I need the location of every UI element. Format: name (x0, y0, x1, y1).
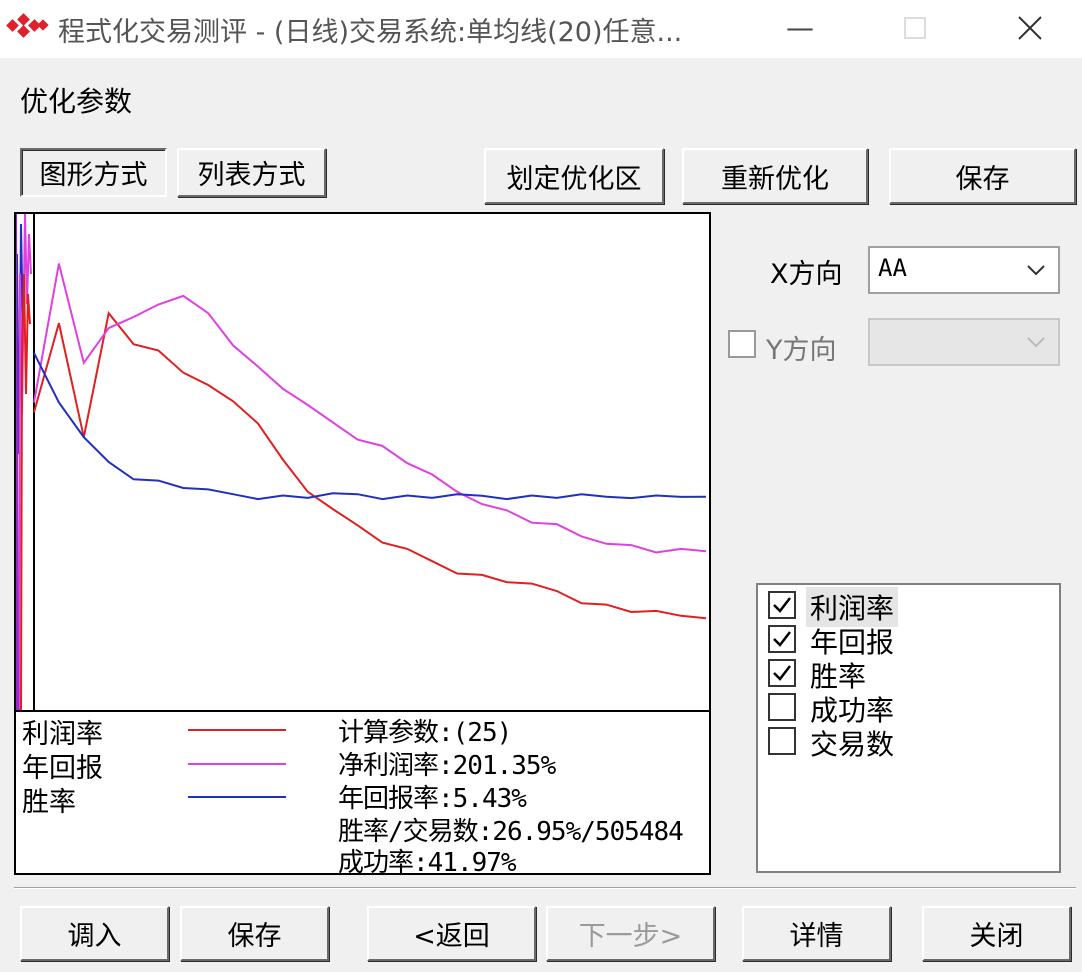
checkmark-icon (773, 597, 791, 613)
chart-legend: 利润率 年回报 胜率 计算参数:(25) 净利润率:201.35% 年回报率:5… (16, 710, 709, 878)
app-logo-icon (6, 13, 49, 38)
stat-success: 成功率:41.97% (338, 848, 517, 878)
footer-save-button[interactable]: 保存 (180, 906, 329, 961)
stat-param: 计算参数:(25) (338, 718, 512, 748)
metric-checkbox[interactable] (768, 727, 796, 755)
series-line (33, 310, 707, 620)
x-direction-select[interactable]: AA (868, 246, 1060, 294)
define-region-button[interactable]: 划定优化区 (484, 148, 664, 204)
chevron-down-icon (1027, 337, 1045, 348)
close-button[interactable]: 关闭 (922, 906, 1071, 961)
next-button[interactable]: 下一步> (546, 906, 715, 961)
metric-checkbox[interactable] (768, 625, 796, 653)
back-button[interactable]: <返回 (367, 906, 536, 961)
chart-plot (16, 214, 707, 710)
x-direction-label: X方向 (770, 259, 843, 290)
chevron-down-icon (1027, 265, 1045, 276)
title-bar: 程式化交易测评 - (日线)交易系统:单均线(20)任意... — (0, 0, 1082, 58)
series-spike (20, 273, 31, 710)
close-icon[interactable] (1000, 8, 1060, 48)
details-button[interactable]: 详情 (742, 906, 891, 961)
graph-view-button[interactable]: 图形方式 (20, 148, 167, 197)
import-button[interactable]: 调入 (20, 906, 169, 961)
window-title: 程式化交易测评 - (日线)交易系统:单均线(20)任意... (58, 17, 683, 48)
maximize-icon[interactable] (885, 8, 945, 48)
metric-label: 交易数 (810, 728, 895, 761)
y-direction-select[interactable] (868, 318, 1060, 366)
reoptimize-button[interactable]: 重新优化 (682, 148, 868, 204)
stat-net-profit: 净利润率:201.35% (338, 751, 556, 781)
series-line (33, 263, 707, 554)
optimization-chart[interactable]: 利润率 年回报 胜率 计算参数:(25) 净利润率:201.35% 年回报率:5… (14, 212, 711, 878)
legend-swatch-annual (188, 763, 286, 765)
metric-checkbox[interactable] (768, 659, 796, 687)
legend-swatch-winrate (188, 796, 286, 798)
save-button[interactable]: 保存 (889, 148, 1076, 204)
legend-swatch-profit (188, 729, 286, 731)
minimize-icon[interactable]: — (770, 8, 830, 48)
checkmark-icon (773, 665, 791, 681)
section-label: 优化参数 (20, 85, 133, 118)
x-direction-value: AA (878, 254, 907, 282)
list-view-button[interactable]: 列表方式 (177, 148, 326, 197)
metrics-list[interactable]: 利润率 年回报 胜率 成功率 交易数 (756, 583, 1061, 873)
metric-checkbox[interactable] (768, 693, 796, 721)
y-direction-checkbox[interactable] (728, 330, 756, 358)
series-line (33, 352, 707, 501)
stat-annual-return: 年回报率:5.43% (338, 784, 527, 814)
footer-separator (14, 887, 1076, 889)
checkmark-icon (773, 631, 791, 647)
metric-checkbox[interactable] (768, 591, 796, 619)
y-direction-label: Y方向 (766, 335, 837, 366)
legend-label: 胜率 (22, 787, 76, 818)
